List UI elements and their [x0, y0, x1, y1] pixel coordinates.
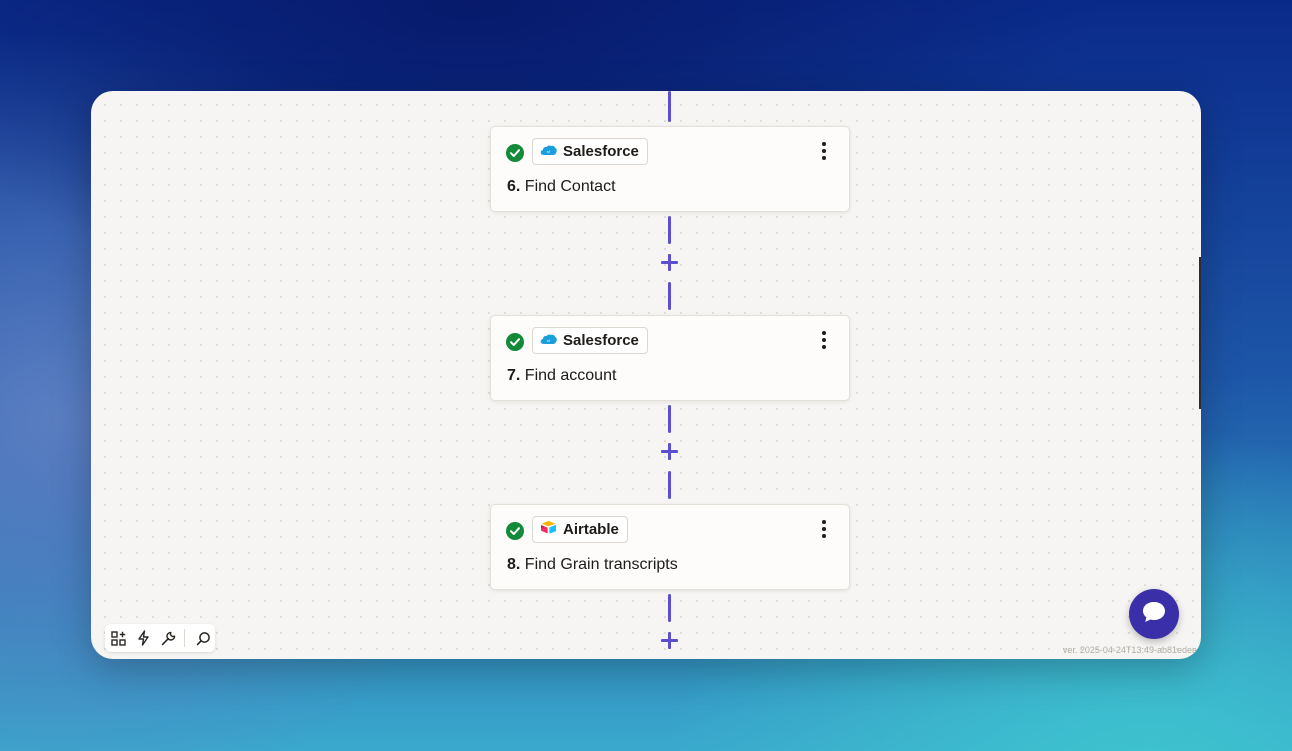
app-name: Salesforce — [563, 332, 639, 349]
step-title: 7. Find account — [507, 367, 616, 385]
airtable-icon — [540, 520, 557, 539]
app-name: Salesforce — [563, 143, 639, 160]
add-step-plus-icon[interactable] — [660, 253, 679, 272]
connector-line — [668, 471, 671, 499]
success-check-icon — [506, 333, 524, 351]
app-badge: sf Salesforce — [532, 327, 648, 354]
chat-button[interactable] — [1129, 589, 1179, 639]
lightning-icon[interactable] — [131, 626, 155, 650]
more-options-icon[interactable] — [819, 142, 829, 162]
success-check-icon — [506, 144, 524, 162]
wrench-icon[interactable] — [156, 626, 180, 650]
more-options-icon[interactable] — [819, 520, 829, 540]
toolbar-divider — [184, 629, 185, 647]
editor-canvas[interactable]: sf Salesforce 6. Find Contact sf Salesfo… — [91, 91, 1201, 659]
add-step-plus-icon[interactable] — [660, 631, 679, 650]
apps-add-icon[interactable] — [106, 626, 130, 650]
version-label: ver. 2025-04-24T13:49-ab81edea — [1062, 645, 1197, 655]
success-check-icon — [506, 522, 524, 540]
step-name: Find account — [524, 367, 617, 384]
app-name: Airtable — [563, 521, 619, 538]
salesforce-icon: sf — [540, 332, 557, 350]
more-options-icon[interactable] — [819, 331, 829, 351]
canvas-toolbar — [105, 624, 215, 652]
step-number: 6. — [507, 178, 521, 195]
step-number: 7. — [507, 367, 521, 384]
app-badge: Airtable — [532, 516, 628, 543]
add-step-plus-icon[interactable] — [660, 442, 679, 461]
connector-line — [668, 282, 671, 310]
app-badge: sf Salesforce — [532, 138, 648, 165]
step-name: Find Contact — [524, 178, 616, 195]
connector-line — [668, 594, 671, 622]
step-card-6[interactable]: sf Salesforce 6. Find Contact — [490, 126, 850, 212]
scrollbar[interactable] — [1199, 257, 1201, 409]
salesforce-icon: sf — [540, 143, 557, 161]
step-name: Find Grain transcripts — [524, 556, 678, 573]
step-title: 6. Find Contact — [507, 178, 616, 196]
connector-line — [668, 216, 671, 244]
step-card-8[interactable]: Airtable 8. Find Grain transcripts — [490, 504, 850, 590]
search-icon[interactable] — [191, 626, 215, 650]
step-card-7[interactable]: sf Salesforce 7. Find account — [490, 315, 850, 401]
connector-line — [668, 91, 671, 122]
chat-bubble-icon — [1141, 600, 1167, 629]
connector-line — [668, 405, 671, 433]
step-number: 8. — [507, 556, 521, 573]
step-title: 8. Find Grain transcripts — [507, 556, 678, 574]
